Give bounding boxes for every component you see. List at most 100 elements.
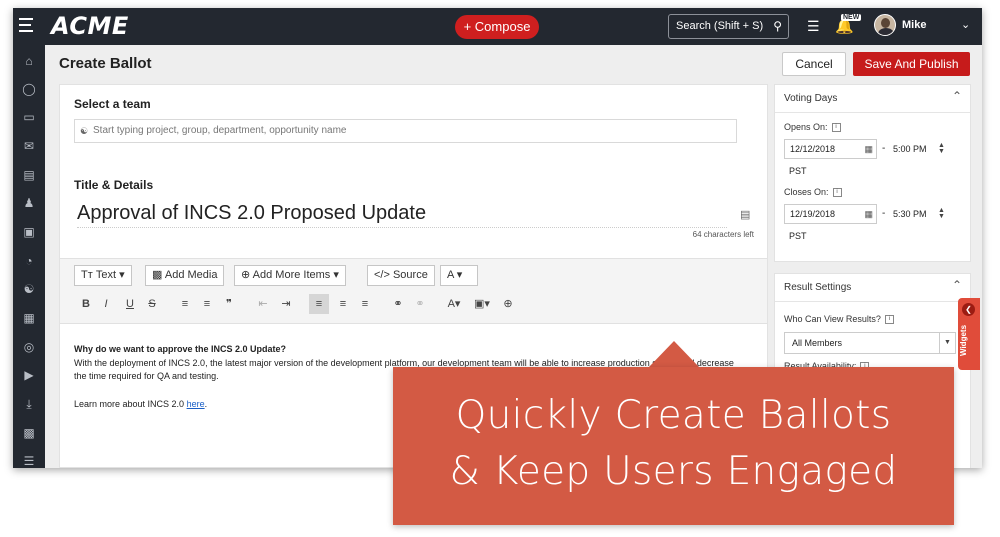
- closes-date-value: 12/19/2018: [790, 209, 836, 219]
- closes-on-label: Closes On: i: [784, 187, 842, 198]
- team-placeholder: Start typing project, group, department,…: [93, 125, 347, 136]
- briefcase-icon[interactable]: ▣: [21, 224, 37, 240]
- quote-icon[interactable]: ❞: [221, 296, 237, 312]
- add-media-button[interactable]: ▩ Add Media: [145, 265, 225, 286]
- who-can-view-value: All Members: [792, 338, 843, 348]
- add-more-items-dropdown[interactable]: ⊕ Add More Items ▾: [234, 265, 346, 286]
- who-can-view-label: Who Can View Results? i: [784, 314, 894, 325]
- font-label: A: [447, 269, 454, 281]
- callout-line-1: Quickly Create Ballots: [455, 393, 892, 438]
- chevron-up-icon[interactable]: ⌃: [952, 89, 962, 103]
- chevron-down-icon[interactable]: ⌄: [961, 18, 970, 31]
- app-logo: ACME: [51, 12, 129, 40]
- indent-icon[interactable]: ⇥: [278, 296, 294, 312]
- learn-more-link[interactable]: here: [187, 399, 205, 409]
- text-icon: Tт: [81, 269, 93, 281]
- align-left-icon[interactable]: ≡: [309, 294, 329, 314]
- underline-icon[interactable]: U: [122, 296, 138, 312]
- info-icon[interactable]: i: [831, 123, 841, 133]
- outdent-icon[interactable]: ⇤: [255, 296, 271, 312]
- closes-separator: -: [882, 208, 886, 219]
- sidebar: ⌂ ◯ ▭ ✉ ▤ ♟ ▣ ◔ ☯ ▦ ◎ ▶ ⤓ ▩ ☰: [13, 45, 45, 468]
- search-button[interactable]: Search (Shift + S) ⚲: [668, 14, 789, 39]
- compose-button[interactable]: + Compose: [455, 15, 539, 39]
- add-media-label: Add Media: [164, 269, 218, 281]
- chevron-left-icon: ❮: [962, 303, 975, 316]
- opens-time-spinner-icon[interactable]: ▲ ▼: [938, 142, 945, 155]
- select-team-label: Select a team: [74, 97, 151, 111]
- callout-line-2: & Keep Users Engaged: [449, 449, 898, 494]
- menu-icon[interactable]: [19, 18, 37, 34]
- source-label: Source: [392, 269, 428, 281]
- search-label: Search (Shift + S): [676, 20, 764, 32]
- group-icon: ☯: [80, 126, 89, 136]
- info-icon[interactable]: i: [884, 315, 894, 325]
- user-name[interactable]: Mike: [902, 19, 926, 31]
- download-icon[interactable]: ⤓: [21, 396, 37, 412]
- id-card-icon: ▤: [740, 209, 751, 221]
- image-icon: ▩: [152, 269, 163, 281]
- mail-icon[interactable]: ✉: [21, 138, 37, 154]
- bold-icon[interactable]: B: [78, 296, 94, 312]
- top-navigation: ACME + Compose Search (Shift + S) ⚲ ☰ 🔔 …: [13, 8, 982, 45]
- ballot-title-input[interactable]: Approval of INCS 2.0 Proposed Update: [77, 198, 727, 228]
- add-more-items-label: Add More Items: [252, 269, 331, 281]
- calendar-icon[interactable]: ▦: [21, 310, 37, 326]
- cancel-button[interactable]: Cancel: [782, 52, 846, 76]
- video-icon[interactable]: ▶: [21, 367, 37, 383]
- opens-timezone: PST: [789, 166, 807, 176]
- calendar-icon[interactable]: ▦: [864, 140, 873, 158]
- user-avatar[interactable]: [874, 14, 896, 36]
- text-style-dropdown[interactable]: Tт Text ▾: [74, 265, 132, 286]
- align-right-icon[interactable]: ≡: [357, 296, 373, 312]
- align-center-icon[interactable]: ≡: [335, 296, 351, 312]
- text-color-icon[interactable]: A▾: [442, 296, 466, 312]
- result-settings-title: Result Settings: [784, 282, 852, 293]
- chevron-up-icon[interactable]: ⌃: [952, 278, 962, 292]
- closes-time-spinner-icon[interactable]: ▲ ▼: [938, 207, 945, 220]
- editor-toolbar: Tт Text ▾ ▩ Add Media ⊕ Add More Items ▾…: [60, 258, 767, 324]
- font-dropdown[interactable]: A ▾: [440, 265, 478, 286]
- opens-on-label: Opens On: i: [784, 122, 841, 133]
- layers-icon[interactable]: ☰: [807, 18, 820, 35]
- search-icon: ⚲: [773, 19, 782, 33]
- word-file-icon[interactable]: ▩: [21, 425, 37, 441]
- inbox-icon[interactable]: ▭: [21, 109, 37, 125]
- voting-days-title: Voting Days: [784, 93, 838, 104]
- learn-more-suffix: .: [204, 398, 208, 409]
- group-icon[interactable]: ☯: [21, 281, 37, 297]
- opens-time-input[interactable]: 5:00 PM: [893, 144, 927, 154]
- pie-chart-icon[interactable]: ◔: [21, 253, 37, 269]
- unlink-icon[interactable]: ⚭: [412, 296, 428, 312]
- zoom-icon[interactable]: ⊕: [500, 296, 516, 312]
- team-search-input[interactable]: ☯ Start typing project, group, departmen…: [74, 119, 737, 143]
- document-icon[interactable]: ▤: [21, 167, 37, 183]
- code-icon: </>: [374, 269, 390, 281]
- opens-date-value: 12/12/2018: [790, 144, 836, 154]
- user-icon[interactable]: ♟: [21, 195, 37, 211]
- source-button[interactable]: </> Source: [367, 265, 435, 286]
- promo-callout: Quickly Create Ballots & Keep Users Enga…: [393, 367, 954, 525]
- title-details-label: Title & Details: [74, 178, 154, 192]
- link-icon[interactable]: ⚭: [390, 296, 406, 312]
- new-badge: NEW: [841, 14, 862, 21]
- highlight-color-icon[interactable]: ▣▾: [470, 296, 494, 312]
- target-icon[interactable]: ◎: [21, 339, 37, 355]
- strikethrough-icon[interactable]: S: [144, 296, 160, 312]
- info-icon[interactable]: i: [832, 188, 842, 198]
- closes-date-input[interactable]: 12/19/2018 ▦: [784, 204, 877, 224]
- opens-separator: -: [882, 143, 886, 154]
- who-can-view-select[interactable]: All Members ▼: [784, 332, 956, 354]
- opens-date-input[interactable]: 12/12/2018 ▦: [784, 139, 877, 159]
- home-icon[interactable]: ⌂: [21, 53, 37, 69]
- widgets-tab[interactable]: ❮ Widgets: [958, 298, 980, 370]
- globe-icon[interactable]: ◯: [21, 81, 37, 97]
- page-title: Create Ballot: [59, 55, 152, 72]
- calendar-icon[interactable]: ▦: [864, 205, 873, 223]
- italic-icon[interactable]: I: [98, 296, 114, 312]
- checklist-icon[interactable]: ☰: [21, 453, 37, 468]
- numbered-list-icon[interactable]: ≡: [199, 296, 215, 312]
- bullet-list-icon[interactable]: ≡: [177, 296, 193, 312]
- save-and-publish-button[interactable]: Save And Publish: [853, 52, 970, 76]
- closes-time-input[interactable]: 5:30 PM: [893, 209, 927, 219]
